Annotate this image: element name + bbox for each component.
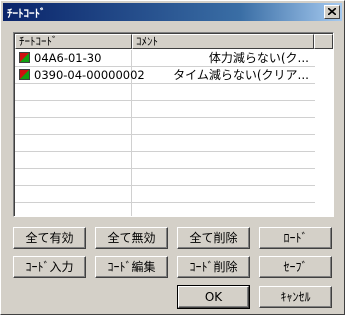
- code-input-button[interactable]: ｺｰﾄﾞ入力: [13, 256, 86, 278]
- empty-row: [15, 152, 315, 169]
- load-button[interactable]: ﾛｰﾄﾞ: [259, 227, 332, 249]
- column-header-code[interactable]: ﾁｰﾄｺｰﾄﾞ: [15, 34, 132, 49]
- code-cell: 0390-04-00000002: [15, 67, 145, 83]
- empty-row: [15, 101, 315, 118]
- disable-all-button[interactable]: 全て無効: [95, 227, 168, 249]
- code-enabled-icon[interactable]: [19, 52, 30, 63]
- empty-row: [15, 203, 315, 216]
- code-text: 04A6-01-30: [34, 51, 102, 65]
- title-bar[interactable]: ﾁｰﾄｺｰﾄﾞ: [3, 3, 342, 21]
- empty-row: [15, 135, 315, 152]
- enable-all-button[interactable]: 全て有効: [13, 227, 86, 249]
- code-delete-button[interactable]: ｺｰﾄﾞ削除: [177, 256, 250, 278]
- cheat-code-list[interactable]: ﾁｰﾄｺｰﾄﾞ ｺﾒﾝﾄ 04A6-01-30 体力減らない(ク... 0390…: [13, 32, 334, 217]
- list-item[interactable]: 0390-04-00000002 タイム減らない(クリア...: [15, 67, 315, 84]
- ok-button[interactable]: OK: [177, 285, 250, 309]
- cheat-code-dialog: ﾁｰﾄｺｰﾄﾞ ﾁｰﾄｺｰﾄﾞ ｺﾒﾝﾄ 04A6-01-30 体力減らない(ク…: [0, 0, 345, 315]
- close-button[interactable]: [324, 5, 340, 19]
- code-enabled-icon[interactable]: [19, 69, 30, 80]
- empty-row: [15, 84, 315, 101]
- save-button[interactable]: ｾｰﾌﾞ: [259, 256, 332, 278]
- dialog-title: ﾁｰﾄｺｰﾄﾞ: [7, 7, 46, 20]
- empty-row: [15, 169, 315, 186]
- list-item[interactable]: 04A6-01-30 体力減らない(ク...: [15, 50, 315, 67]
- cancel-button[interactable]: ｷｬﾝｾﾙ: [259, 286, 332, 308]
- empty-row: [15, 186, 315, 203]
- delete-all-button[interactable]: 全て削除: [177, 227, 250, 249]
- comment-text: 体力減らない(ク...: [208, 51, 309, 65]
- close-icon: [328, 8, 336, 15]
- column-header-comment[interactable]: ｺﾒﾝﾄ: [132, 34, 314, 49]
- code-text: 0390-04-00000002: [34, 68, 145, 82]
- list-header: ﾁｰﾄｺｰﾄﾞ ｺﾒﾝﾄ: [15, 34, 333, 49]
- empty-row: [15, 118, 315, 135]
- code-cell: 04A6-01-30: [15, 50, 132, 66]
- column-header-filler: [314, 34, 333, 49]
- code-edit-button[interactable]: ｺｰﾄﾞ編集: [95, 256, 168, 278]
- comment-text: タイム減らない(クリア...: [173, 68, 309, 82]
